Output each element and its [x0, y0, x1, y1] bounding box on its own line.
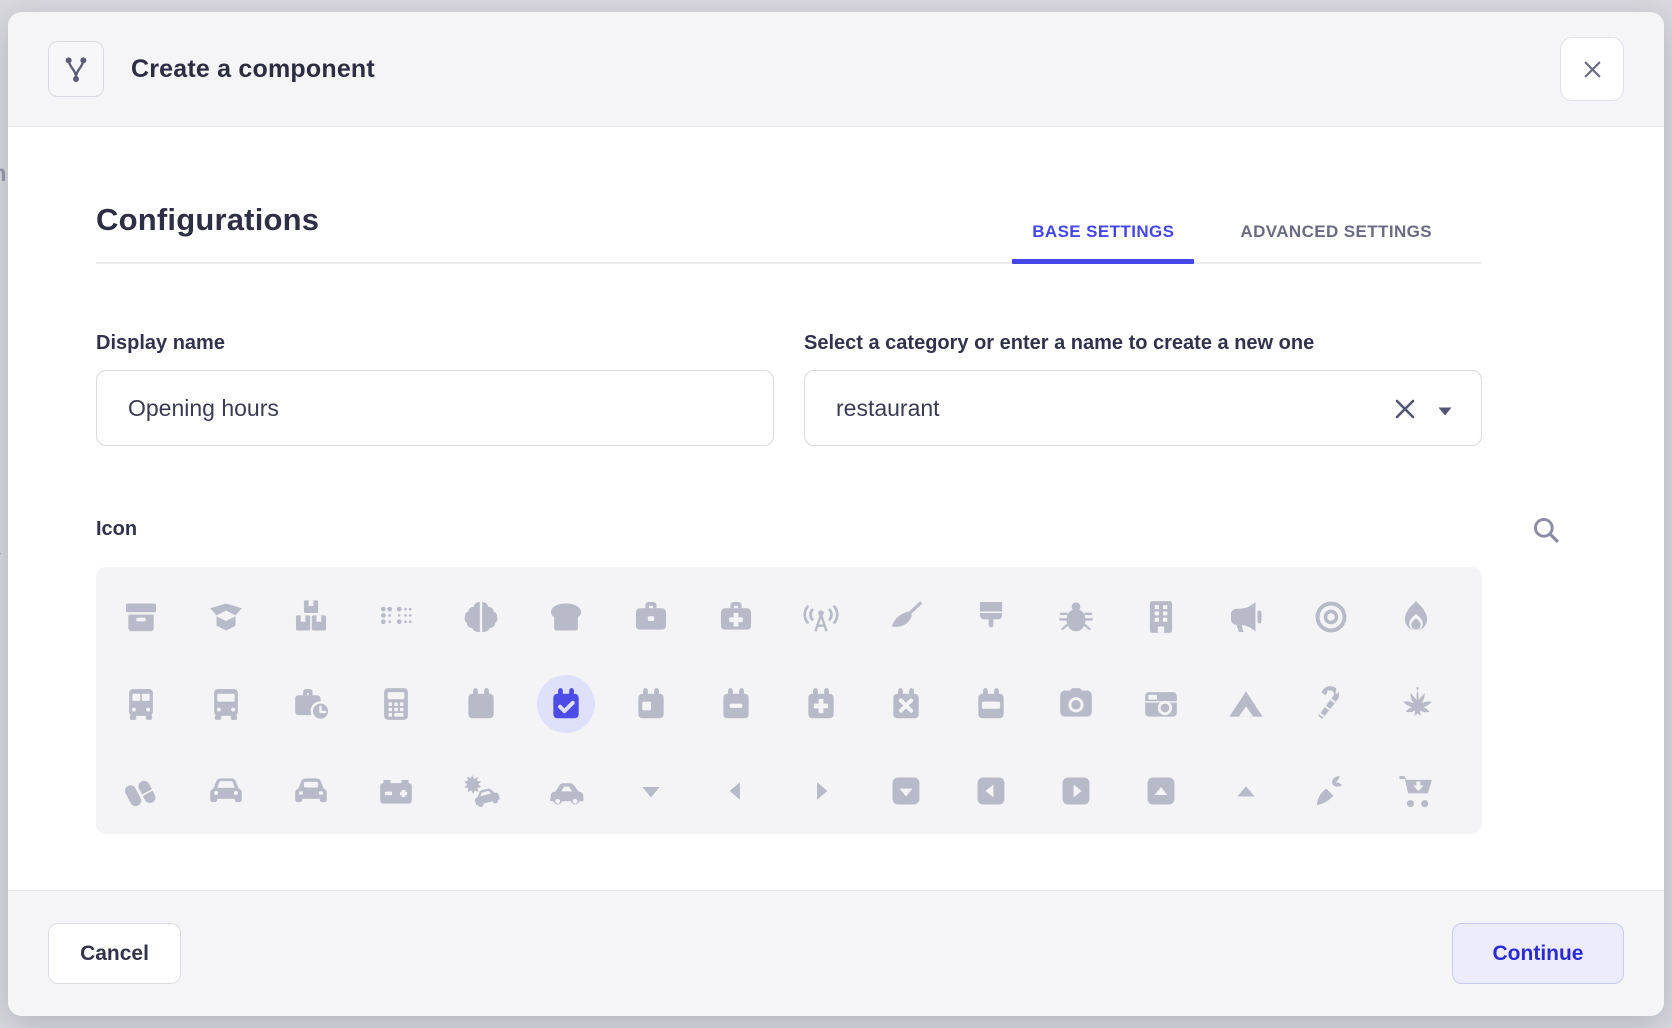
- square-caret-right-icon[interactable]: [1045, 760, 1107, 822]
- display-name-input[interactable]: [96, 370, 774, 446]
- settings-tabs: BASE SETTINGS ADVANCED SETTINGS: [1012, 222, 1452, 262]
- icon-picker-label: Icon: [96, 518, 1482, 541]
- camera-retro-icon[interactable]: [1130, 673, 1192, 735]
- bullseye-icon[interactable]: [1300, 586, 1362, 648]
- category-select-input[interactable]: [804, 370, 1482, 446]
- car-side-icon[interactable]: [535, 760, 597, 822]
- caret-left-icon[interactable]: [705, 760, 767, 822]
- continue-button[interactable]: Continue: [1452, 923, 1624, 984]
- category-field-group: Select a category or enter a name to cre…: [804, 332, 1482, 446]
- caret-down-icon[interactable]: [1434, 400, 1456, 422]
- braille-icon[interactable]: [365, 586, 427, 648]
- form-fields-row: Display name Select a category or enter …: [96, 332, 1482, 446]
- car-rear-icon[interactable]: [280, 760, 342, 822]
- branch-nodes-icon: [48, 41, 104, 97]
- dialog-footer: Cancel Continue: [8, 890, 1664, 1016]
- caret-right-icon[interactable]: [790, 760, 852, 822]
- section-heading: Configurations: [96, 202, 319, 262]
- business-time-icon[interactable]: [280, 673, 342, 735]
- briefcase-medical-icon[interactable]: [705, 586, 767, 648]
- boxes-stacked-icon[interactable]: [280, 586, 342, 648]
- square-caret-left-icon[interactable]: [960, 760, 1022, 822]
- calendar-icon[interactable]: [450, 673, 512, 735]
- dialog-header: Create a component: [8, 12, 1664, 127]
- bread-slice-icon[interactable]: [535, 586, 597, 648]
- clear-x-icon[interactable]: [1392, 396, 1418, 422]
- briefcase-icon[interactable]: [620, 586, 682, 648]
- calendar-day-icon[interactable]: [620, 673, 682, 735]
- configurations-header-row: Configurations BASE SETTINGS ADVANCED SE…: [96, 202, 1482, 264]
- dialog-title: Create a component: [131, 55, 375, 84]
- category-label: Select a category or enter a name to cre…: [804, 332, 1482, 355]
- square-caret-up-icon[interactable]: [1130, 760, 1192, 822]
- close-icon[interactable]: [1560, 37, 1624, 101]
- display-name-label: Display name: [96, 332, 774, 355]
- calendar-week-icon[interactable]: [960, 673, 1022, 735]
- bus-simple-icon[interactable]: [195, 673, 257, 735]
- cart-arrow-down-icon[interactable]: [1385, 760, 1447, 822]
- icon-grid: [96, 567, 1482, 834]
- page-background: { "modal": { "title": "Create a componen…: [0, 0, 1672, 1028]
- car-battery-icon[interactable]: [365, 760, 427, 822]
- broom-icon[interactable]: [875, 586, 937, 648]
- box-archive-icon[interactable]: [110, 586, 172, 648]
- cannabis-icon[interactable]: [1385, 673, 1447, 735]
- car-icon[interactable]: [195, 760, 257, 822]
- dialog-body: Configurations BASE SETTINGS ADVANCED SE…: [8, 127, 1664, 890]
- calendar-xmark-icon[interactable]: [875, 673, 937, 735]
- brush-icon[interactable]: [960, 586, 1022, 648]
- bus-icon[interactable]: [110, 673, 172, 735]
- building-icon[interactable]: [1130, 586, 1192, 648]
- burn-icon[interactable]: [1385, 586, 1447, 648]
- broadcast-tower-icon[interactable]: [790, 586, 852, 648]
- bug-icon[interactable]: [1045, 586, 1107, 648]
- display-name-field-group: Display name: [96, 332, 774, 446]
- capsules-icon[interactable]: [110, 760, 172, 822]
- calendar-minus-icon[interactable]: [705, 673, 767, 735]
- icon-picker-header: Icon: [96, 518, 1482, 541]
- square-caret-down-icon[interactable]: [875, 760, 937, 822]
- search-icon[interactable]: [1530, 514, 1562, 546]
- cancel-button[interactable]: Cancel: [48, 923, 181, 984]
- calculator-icon[interactable]: [365, 673, 427, 735]
- calendar-check-icon[interactable]: [535, 673, 597, 735]
- tab-base-settings[interactable]: BASE SETTINGS: [1012, 222, 1194, 262]
- campground-icon[interactable]: [1215, 673, 1277, 735]
- tab-advanced-settings[interactable]: ADVANCED SETTINGS: [1220, 222, 1452, 262]
- brain-icon[interactable]: [450, 586, 512, 648]
- caret-down-icon[interactable]: [620, 760, 682, 822]
- create-component-dialog: Create a component Configurations BASE S…: [8, 12, 1664, 1016]
- car-burst-icon[interactable]: [450, 760, 512, 822]
- caret-up-icon[interactable]: [1215, 760, 1277, 822]
- bullhorn-icon[interactable]: [1215, 586, 1277, 648]
- candy-cane-icon[interactable]: [1300, 673, 1362, 735]
- camera-icon[interactable]: [1045, 673, 1107, 735]
- calendar-plus-icon[interactable]: [790, 673, 852, 735]
- box-open-icon[interactable]: [195, 586, 257, 648]
- carrot-icon[interactable]: [1300, 760, 1362, 822]
